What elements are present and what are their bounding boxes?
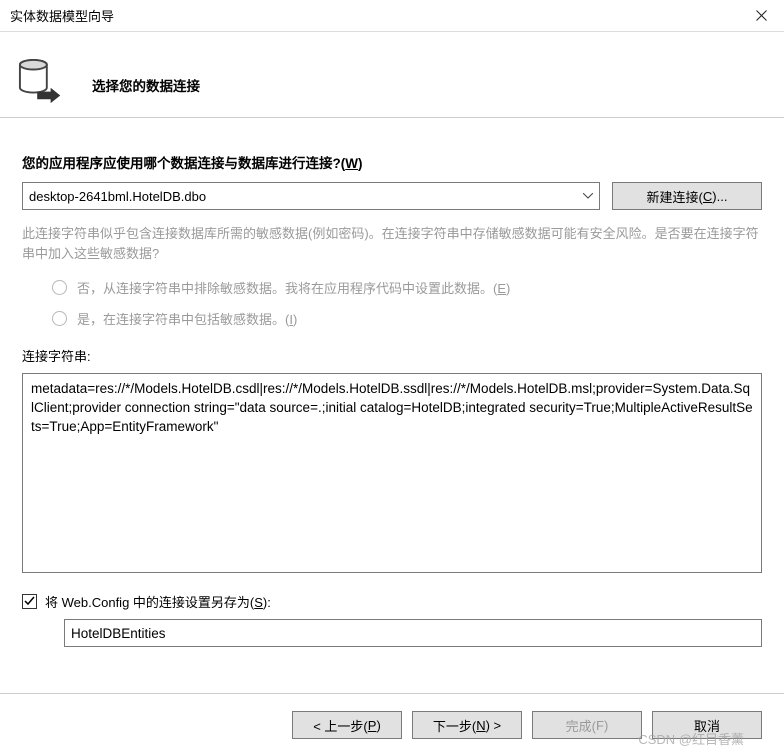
close-icon — [756, 10, 767, 21]
radio-icon — [52, 280, 67, 295]
save-config-checkbox-row[interactable]: 将 Web.Config 中的连接设置另存为(S): — [22, 592, 762, 611]
connection-string-textarea[interactable]: metadata=res://*/Models.HotelDB.csdl|res… — [22, 373, 762, 573]
wizard-content: 您的应用程序应使用哪个数据连接与数据库进行连接?(W) desktop-2641… — [0, 118, 784, 657]
connection-string-label: 连接字符串: — [22, 346, 762, 365]
previous-button[interactable]: < 上一步(P) — [292, 711, 402, 739]
wizard-footer: < 上一步(P) 下一步(N) > 完成(F) 取消 — [0, 694, 784, 756]
title-bar: 实体数据模型向导 — [0, 0, 784, 32]
connection-select[interactable]: desktop-2641bml.HotelDB.dbo — [22, 182, 600, 210]
next-button[interactable]: 下一步(N) > — [412, 711, 522, 739]
wizard-header: 选择您的数据连接 — [0, 32, 784, 118]
check-icon — [24, 596, 35, 607]
radio-include-label: 是，在连接字符串中包括敏感数据。(I) — [77, 309, 297, 328]
radio-exclude-sensitive: 否，从连接字符串中排除敏感数据。我将在应用程序代码中设置此数据。(E) — [22, 274, 762, 301]
connection-select-value: desktop-2641bml.HotelDB.dbo — [22, 182, 600, 210]
cancel-button[interactable]: 取消 — [652, 711, 762, 739]
sensitive-warning: 此连接字符串似乎包含连接数据库所需的敏感数据(例如密码)。在连接字符串中存储敏感… — [22, 224, 762, 264]
connection-prompt: 您的应用程序应使用哪个数据连接与数据库进行连接?(W) — [22, 152, 762, 172]
window-title: 实体数据模型向导 — [10, 6, 114, 25]
close-button[interactable] — [738, 0, 784, 32]
new-connection-button[interactable]: 新建连接(C)... — [612, 182, 762, 210]
entity-name-input[interactable] — [64, 619, 762, 647]
radio-exclude-label: 否，从连接字符串中排除敏感数据。我将在应用程序代码中设置此数据。(E) — [77, 278, 510, 297]
radio-include-sensitive: 是，在连接字符串中包括敏感数据。(I) — [22, 305, 762, 332]
wizard-step-title: 选择您的数据连接 — [92, 75, 200, 95]
save-config-checkbox[interactable] — [22, 594, 37, 609]
chevron-down-icon — [576, 182, 600, 210]
save-config-label: 将 Web.Config 中的连接设置另存为(S): — [45, 592, 271, 611]
finish-button: 完成(F) — [532, 711, 642, 739]
radio-icon — [52, 311, 67, 326]
database-icon — [18, 54, 66, 110]
